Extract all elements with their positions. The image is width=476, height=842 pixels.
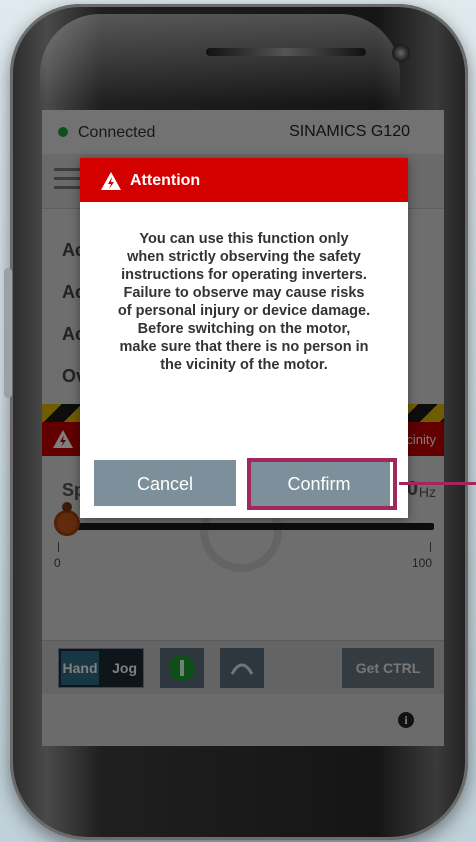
message-line: Before switching on the motor, xyxy=(137,321,351,337)
dialog-header: Attention xyxy=(80,158,408,202)
dialog-message: You can use this function only when stri… xyxy=(98,230,390,374)
message-line: You can use this function only xyxy=(139,231,349,247)
message-line: make sure that there is no person in xyxy=(119,339,369,355)
warning-icon xyxy=(101,172,121,190)
confirm-highlight-box xyxy=(247,458,397,510)
message-line: the vicinity of the motor. xyxy=(160,357,328,373)
phone-gloss xyxy=(40,14,400,104)
message-line: instructions for operating inverters. xyxy=(121,267,367,283)
cancel-button[interactable]: Cancel xyxy=(94,460,236,506)
message-line: Failure to observe may cause risks xyxy=(123,285,365,301)
app-screen: Connected SINAMICS G120 Ac Ac Ac Ov vici… xyxy=(42,110,444,746)
speaker-grille xyxy=(206,48,366,56)
message-line: when strictly observing the safety xyxy=(127,249,361,265)
front-camera xyxy=(392,44,410,62)
dialog-title: Attention xyxy=(130,172,201,189)
callout-line xyxy=(399,482,476,485)
side-button xyxy=(4,268,12,398)
message-line: of personal injury or device damage. xyxy=(117,303,371,319)
